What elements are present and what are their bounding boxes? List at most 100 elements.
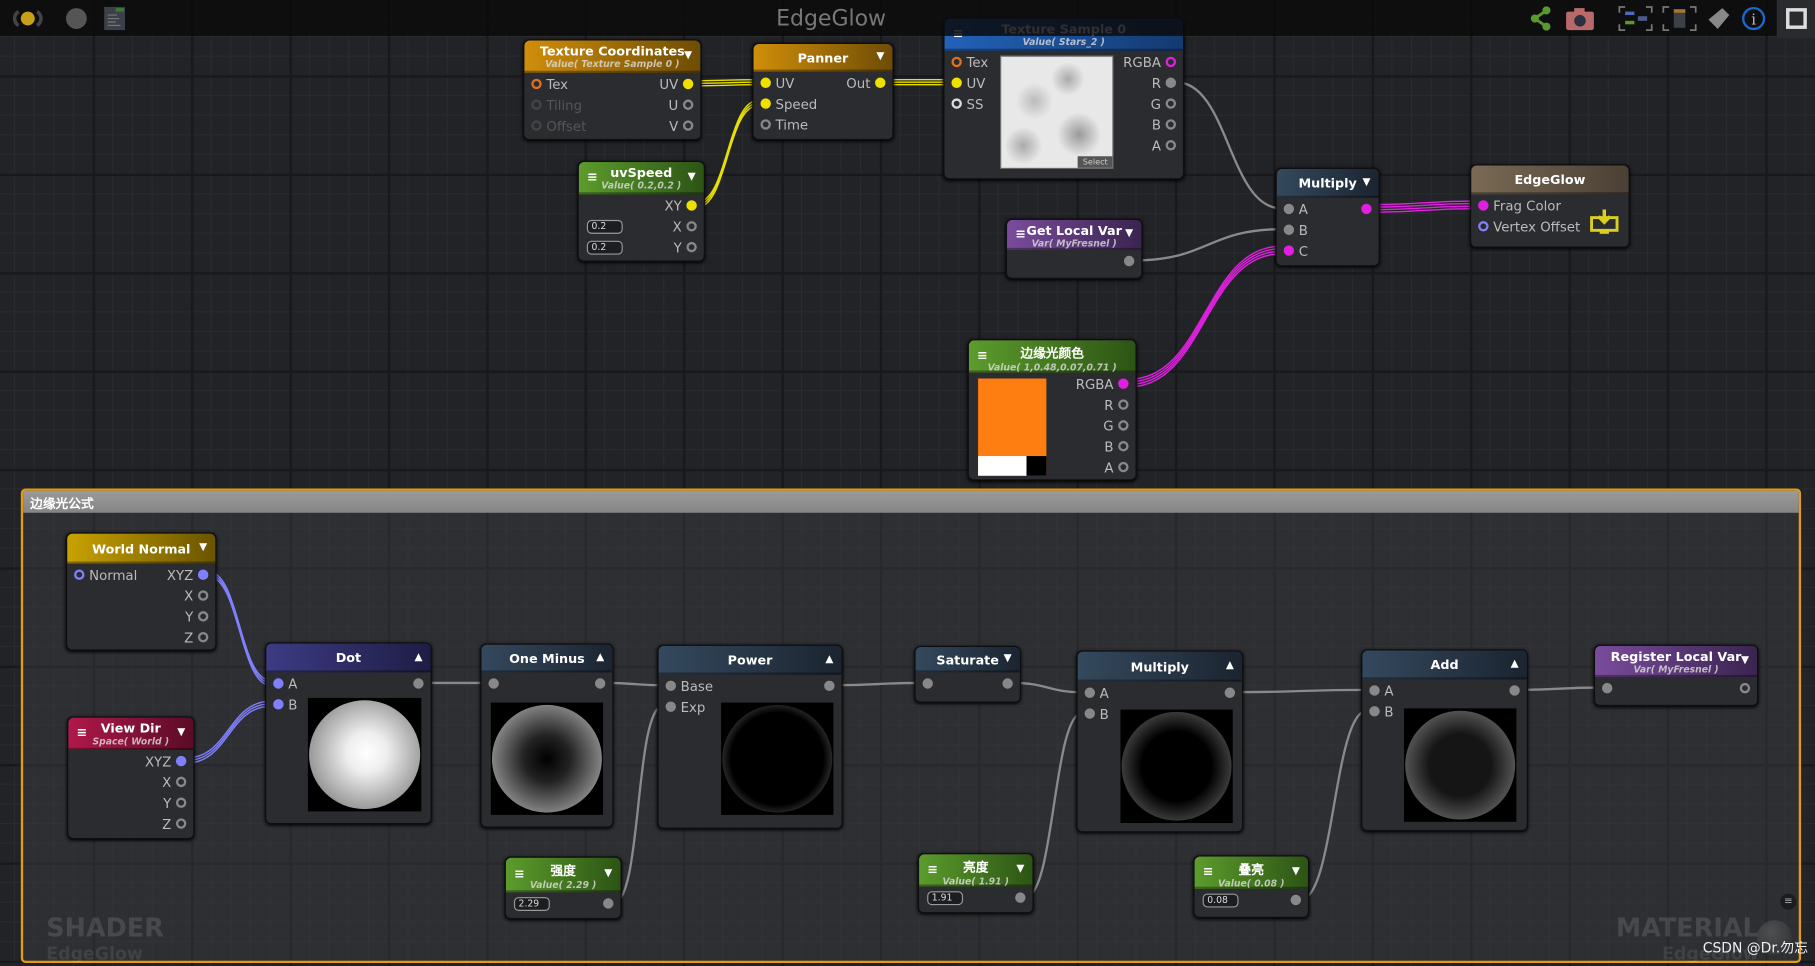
node-header[interactable]: Power ▲ [658, 645, 842, 675]
input-port[interactable] [665, 701, 676, 712]
output-port[interactable] [1509, 685, 1520, 696]
collapse-arrow-icon[interactable]: ▲ [1511, 658, 1519, 670]
output-port[interactable] [1118, 420, 1129, 431]
preview-sphere-icon[interactable] [64, 6, 89, 31]
expand-arrow-icon[interactable]: ▼ [1016, 863, 1024, 875]
output-port[interactable] [1739, 682, 1751, 694]
node-header[interactable]: Multiply ▲ [1077, 651, 1242, 682]
shader-code-icon[interactable] [102, 6, 127, 31]
expand-arrow-icon[interactable]: ▼ [199, 542, 207, 554]
wire-multiply1-to-output[interactable] [1371, 200, 1476, 206]
output-save-icon[interactable] [1589, 207, 1619, 235]
node-brightness[interactable]: 亮度 Value( 1.91 ) ≡ ▼ 1.91 [917, 853, 1034, 914]
live-update-icon[interactable] [7, 6, 49, 31]
output-port[interactable] [1165, 98, 1177, 109]
share-icon[interactable] [1528, 6, 1553, 31]
collapse-arrow-icon[interactable]: ▲ [596, 652, 604, 664]
output-port[interactable] [686, 241, 697, 253]
output-port[interactable] [1224, 687, 1236, 698]
output-port[interactable] [1118, 378, 1129, 389]
menu-icon[interactable]: ≡ [587, 170, 598, 185]
output-port[interactable] [1165, 56, 1177, 68]
menu-icon[interactable]: ≡ [927, 862, 938, 877]
info-icon[interactable]: i [1741, 6, 1766, 31]
node-worldnormal[interactable]: World Normal ▼ Normal XYZ X Y Z [65, 532, 217, 651]
focus-node-icon[interactable] [1662, 6, 1697, 31]
input-port[interactable] [1283, 245, 1295, 256]
output-port[interactable] [686, 200, 697, 211]
output-port[interactable] [1015, 892, 1026, 903]
output-port[interactable] [1165, 140, 1177, 151]
output-port[interactable] [1123, 255, 1135, 267]
output-port[interactable] [1118, 461, 1129, 473]
menu-icon[interactable]: ≡ [76, 725, 87, 740]
wire-texcoord-to-panner[interactable] [693, 84, 759, 87]
node-multiply1[interactable]: Multiply ▼ A B C [1275, 167, 1380, 267]
output-port[interactable] [1290, 894, 1302, 906]
wire-uvspeed-to-panner[interactable] [696, 99, 759, 204]
collapse-arrow-icon[interactable]: ▲ [825, 653, 833, 665]
input-port[interactable] [760, 119, 771, 130]
expand-arrow-icon[interactable]: ▼ [688, 171, 696, 183]
node-header[interactable]: Texture Coordinates Value( Texture Sample… [524, 40, 701, 73]
input-port[interactable] [273, 699, 284, 710]
wire-getlocal-to-multiply1[interactable] [1134, 228, 1282, 262]
wire-multiply1-to-output[interactable] [1371, 205, 1476, 211]
input-port[interactable] [1084, 708, 1095, 719]
group-title[interactable]: 边缘光公式 [23, 490, 1799, 513]
node-panner[interactable]: Panner ▼ UV Speed Time Out [752, 42, 894, 141]
output-port[interactable] [197, 631, 209, 643]
node-header[interactable]: One Minus ▲ [481, 644, 613, 673]
output-port[interactable] [1165, 77, 1177, 88]
wire-multiply1-to-output[interactable] [1371, 208, 1476, 213]
expand-arrow-icon[interactable]: ▼ [1004, 653, 1012, 665]
node-header[interactable]: Multiply ▼ [1276, 168, 1379, 198]
node-oneminus[interactable]: One Minus ▲ [480, 643, 614, 828]
node-header[interactable]: EdgeGlow [1471, 165, 1629, 195]
wire-multiply1-to-output[interactable] [1371, 202, 1476, 208]
output-port[interactable] [1118, 399, 1129, 410]
input-port[interactable] [1283, 224, 1295, 235]
expand-arrow-icon[interactable]: ▼ [876, 51, 884, 63]
output-port[interactable] [175, 755, 187, 767]
wire-uvspeed-to-panner[interactable] [696, 104, 759, 209]
wire-color-to-multiply1[interactable] [1128, 250, 1282, 386]
menu-icon[interactable]: ≡ [1203, 864, 1214, 879]
node-register[interactable]: Register Local Var Var( MyFresnel ) ▼ [1593, 644, 1759, 707]
node-header[interactable]: 亮度 Value( 1.91 ) ≡ ▼ [919, 854, 1033, 887]
output-port[interactable] [594, 678, 606, 689]
node-intensity[interactable]: 强度 Value( 2.29 ) ≡ ▼ 2.29 [504, 856, 622, 920]
collapse-arrow-icon[interactable]: ▲ [1226, 660, 1234, 672]
node-header[interactable]: uvSpeed Value( 0.2,0.2 ) ≡ ▼ [578, 162, 704, 195]
node-header[interactable]: World Normal ▼ [67, 533, 216, 564]
output-port[interactable] [682, 120, 694, 131]
wire-texsample-to-multiply1[interactable] [1176, 81, 1282, 210]
output-port[interactable] [603, 898, 614, 909]
node-dot[interactable]: Dot ▲ A B [265, 642, 432, 825]
input-port[interactable] [1478, 200, 1489, 211]
output-port[interactable] [824, 680, 835, 692]
texture-preview[interactable]: Select [1000, 55, 1114, 169]
node-header[interactable]: 叠亮 Value( 0.08 ) ≡ ▼ [1194, 856, 1308, 889]
node-viewdir[interactable]: View Dir Space( World ) ≡ ▼ XYZ X Y Z [67, 716, 195, 840]
expand-arrow-icon[interactable]: ▼ [177, 727, 185, 739]
node-overlay[interactable]: 叠亮 Value( 0.08 ) ≡ ▼ 0.08 [1193, 855, 1310, 918]
focus-graph-icon[interactable] [1618, 6, 1653, 31]
graph-canvas[interactable]: 边缘光公式 Texture Coordinates Value( Texture … [0, 0, 1815, 966]
node-header[interactable]: Get Local Var Var( MyFresnel ) ≡ ▼ [1007, 219, 1142, 251]
expand-arrow-icon[interactable]: ▼ [684, 50, 692, 62]
node-header[interactable]: View Dir Space( World ) ≡ ▼ [68, 717, 194, 751]
output-port[interactable] [875, 77, 886, 88]
menu-icon[interactable]: ≡ [1015, 226, 1026, 241]
output-port[interactable] [197, 611, 209, 622]
node-header[interactable]: Register Local Var Var( MyFresnel ) ▼ [1595, 645, 1758, 678]
input-port[interactable] [760, 98, 771, 109]
output-port[interactable] [1165, 119, 1177, 130]
expand-arrow-icon[interactable]: ▼ [1125, 228, 1133, 240]
input-port[interactable] [1369, 706, 1380, 717]
collapse-arrow-icon[interactable]: ▲ [414, 651, 422, 663]
node-output[interactable]: EdgeGlow Frag Color Vertex Offset [1470, 164, 1630, 248]
node-header[interactable]: Dot ▲ [266, 643, 431, 673]
clean-icon[interactable] [1706, 6, 1731, 31]
node-header[interactable]: Add ▲ [1362, 650, 1527, 680]
